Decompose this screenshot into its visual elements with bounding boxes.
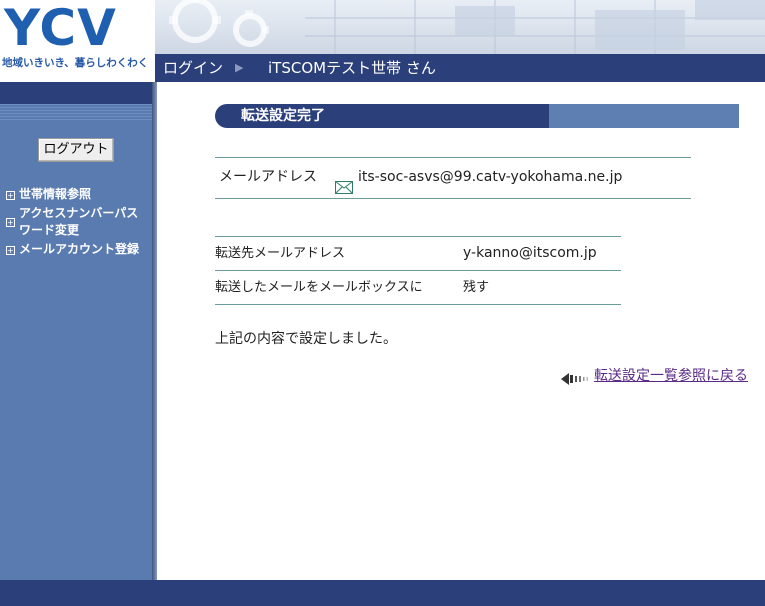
sidebar-item-label: メールアカウント登録 — [19, 242, 140, 256]
header-banner-graphic — [155, 0, 765, 54]
logout-button[interactable]: ログアウト — [38, 138, 114, 162]
sidebar-item-mail-account[interactable]: + メールアカウント登録 — [6, 241, 150, 258]
result-message: 上記の内容で設定しました。 — [215, 331, 397, 347]
sidebar-item-label: 世帯情報参照 — [19, 187, 92, 201]
sidebar: ログアウト + 世帯情報参照 + アクセスナンバーパス ワード変更 + メールア… — [0, 82, 152, 580]
mail-address-row: メールアドレス its-soc-asvs@99.catv-yokohama.ne… — [215, 157, 691, 199]
envelope-icon — [335, 171, 353, 209]
sidebar-item-label-line1: アクセスナンバーパス — [19, 206, 139, 220]
table-row: 転送したメールをメールボックスに 残す — [215, 271, 621, 305]
page-footer — [0, 580, 765, 606]
forward-settings-table: 転送先メールアドレス y-kanno@itscom.jp 転送したメールをメール… — [215, 236, 621, 305]
keep-in-mailbox-label: 転送したメールをメールボックスに — [215, 280, 423, 295]
forward-address-label: 転送先メールアドレス — [215, 246, 346, 261]
sidebar-stripes — [0, 104, 152, 122]
back-arrow-icon — [561, 371, 589, 391]
back-link-text: 転送設定一覧参照に戻る — [594, 368, 748, 384]
logo[interactable]: YCV 地域いきいき、暮らしわくわく — [0, 0, 155, 78]
sidebar-item-label-line2: ワード変更 — [19, 223, 80, 237]
keep-in-mailbox-value: 残す — [463, 280, 490, 295]
mail-address-value: its-soc-asvs@99.catv-yokohama.ne.jp — [358, 169, 623, 185]
page-header: YCV 地域いきいき、暮らしわくわく ログイン ▶ iTSCOMテスト世帯 さん — [0, 0, 765, 82]
expand-box-icon: + — [6, 218, 15, 227]
breadcrumb-login[interactable]: ログイン — [163, 54, 223, 82]
sidebar-item-access-password[interactable]: + アクセスナンバーパス ワード変更 — [6, 205, 150, 239]
expand-box-icon: + — [6, 246, 15, 255]
section-title-bar: 転送設定完了 — [215, 104, 739, 128]
expand-box-icon: + — [6, 191, 15, 200]
mail-address-label: メールアドレス — [219, 169, 317, 185]
header-nav-bar: ログイン ▶ iTSCOMテスト世帯 さん — [155, 54, 765, 82]
logo-text: YCV — [4, 0, 117, 57]
section-title-light — [549, 104, 739, 128]
logo-tagline: 地域いきいき、暮らしわくわく — [2, 57, 149, 69]
page-title: 転送設定完了 — [241, 108, 325, 124]
sidebar-nav: + 世帯情報参照 + アクセスナンバーパス ワード変更 + メールアカウント登録 — [6, 186, 150, 260]
gear-graphic — [169, 0, 765, 54]
breadcrumb-separator-icon: ▶ — [235, 61, 244, 74]
sidebar-top-bar — [0, 82, 152, 104]
forward-address-value: y-kanno@itscom.jp — [463, 245, 597, 261]
table-row: 転送先メールアドレス y-kanno@itscom.jp — [215, 237, 621, 271]
main-content: 転送設定完了 メールアドレス its-soc-asvs@99.catv-yoko… — [157, 82, 765, 580]
sidebar-item-household-info[interactable]: + 世帯情報参照 — [6, 186, 150, 203]
breadcrumb-user-name: iTSCOMテスト世帯 さん — [268, 59, 436, 77]
